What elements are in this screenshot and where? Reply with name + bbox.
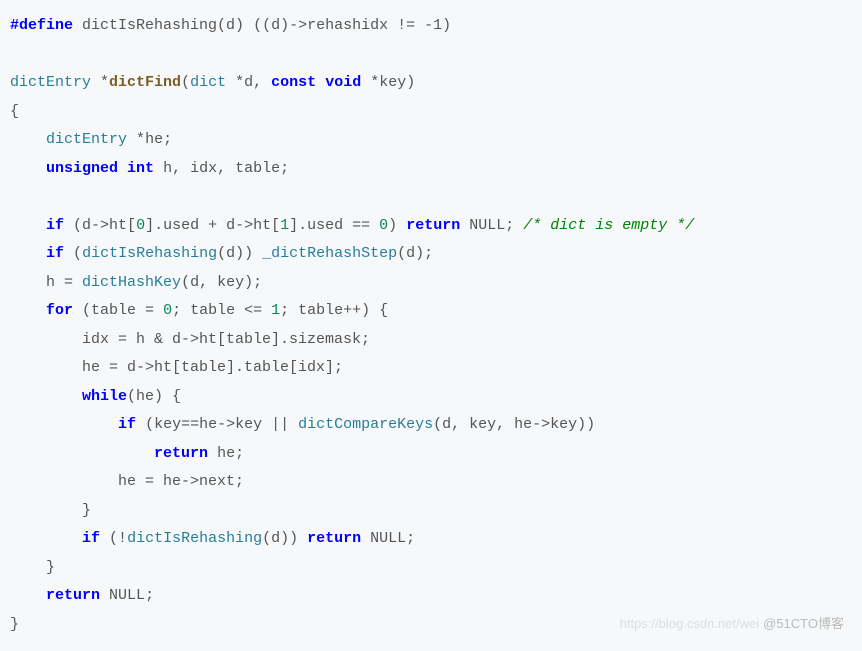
num: 1 (271, 302, 280, 319)
for-expr: ; table <= (172, 302, 271, 319)
code-block: #define dictIsRehashing(d) ((d)->rehashi… (10, 12, 852, 639)
func-call: dictIsRehashing (127, 530, 262, 547)
macro-name: dictIsRehashing(d) (82, 17, 244, 34)
param-name: key (379, 74, 406, 91)
if-kw: if (46, 217, 64, 234)
null: NULL (370, 530, 406, 547)
stmt: idx = h & d->ht[table].sizemask; (82, 331, 370, 348)
type-kw: unsigned int (46, 160, 154, 177)
param-name: d (244, 74, 253, 91)
num: 0 (163, 302, 172, 319)
return-kw: return (307, 530, 361, 547)
var-decl: he; (145, 131, 172, 148)
paren: ( (73, 245, 82, 262)
return-kw: return (406, 217, 460, 234)
watermark-text: @51CTO博客 (763, 616, 844, 631)
paren: ) (406, 74, 415, 91)
var-list: h, idx, table; (163, 160, 289, 177)
paren: ( (181, 74, 190, 91)
null: NULL (469, 217, 505, 234)
expr: (key==he->key || (145, 416, 298, 433)
for-expr: (table = (82, 302, 163, 319)
func-call: dictIsRehashing (82, 245, 217, 262)
if-kw: if (46, 245, 64, 262)
func-call: dictHashKey (82, 274, 181, 291)
expr: (d->ht[ (73, 217, 136, 234)
args: (d)) (217, 245, 253, 262)
var: he; (217, 445, 244, 462)
args: (d); (397, 245, 433, 262)
watermark-url: https://blog.csdn.net/wei (620, 616, 759, 631)
star: * (100, 74, 109, 91)
return-kw: return (154, 445, 208, 462)
num: 0 (379, 217, 388, 234)
stmt: he = he->next; (118, 473, 244, 490)
brace-close: } (82, 502, 91, 519)
semi: ; (505, 217, 514, 234)
const-kw: const (271, 74, 316, 91)
function-name: dictFind (109, 74, 181, 91)
for-expr: ; table++) { (280, 302, 388, 319)
return-kw: return (46, 587, 100, 604)
comment: /* dict is empty */ (523, 217, 694, 234)
num: 1 (280, 217, 289, 234)
expr: ].used == (289, 217, 379, 234)
while-kw: while (82, 388, 127, 405)
return-type: dictEntry (10, 74, 91, 91)
cond: (he) { (127, 388, 181, 405)
semi: ; (145, 587, 154, 604)
void-kw: void (325, 74, 361, 91)
args: (d)) (262, 530, 298, 547)
for-kw: for (46, 302, 73, 319)
null: NULL (109, 587, 145, 604)
args: (d, key, he->key)) (433, 416, 595, 433)
expr: ) (388, 217, 397, 234)
args: (d, key); (181, 274, 262, 291)
func-call: _dictRehashStep (262, 245, 397, 262)
pp-directive: #define (10, 17, 73, 34)
expr: (! (109, 530, 127, 547)
star: * (136, 131, 145, 148)
semi: ; (406, 530, 415, 547)
brace-close: } (46, 559, 55, 576)
stmt: he = d->ht[table].table[idx]; (82, 359, 343, 376)
macro-body: ((d)->rehashidx != -1) (253, 17, 451, 34)
star: * (235, 74, 244, 91)
watermark: https://blog.csdn.net/wei @51CTO博客 (620, 612, 844, 637)
brace-open: { (10, 103, 19, 120)
if-kw: if (118, 416, 136, 433)
brace-close: } (10, 616, 19, 633)
func-call: dictCompareKeys (298, 416, 433, 433)
param-type: dict (190, 74, 226, 91)
num: 0 (136, 217, 145, 234)
star: * (370, 74, 379, 91)
expr: ].used + d->ht[ (145, 217, 280, 234)
type: dictEntry (46, 131, 127, 148)
if-kw: if (82, 530, 100, 547)
comma: , (253, 74, 271, 91)
assign: h = (46, 274, 82, 291)
